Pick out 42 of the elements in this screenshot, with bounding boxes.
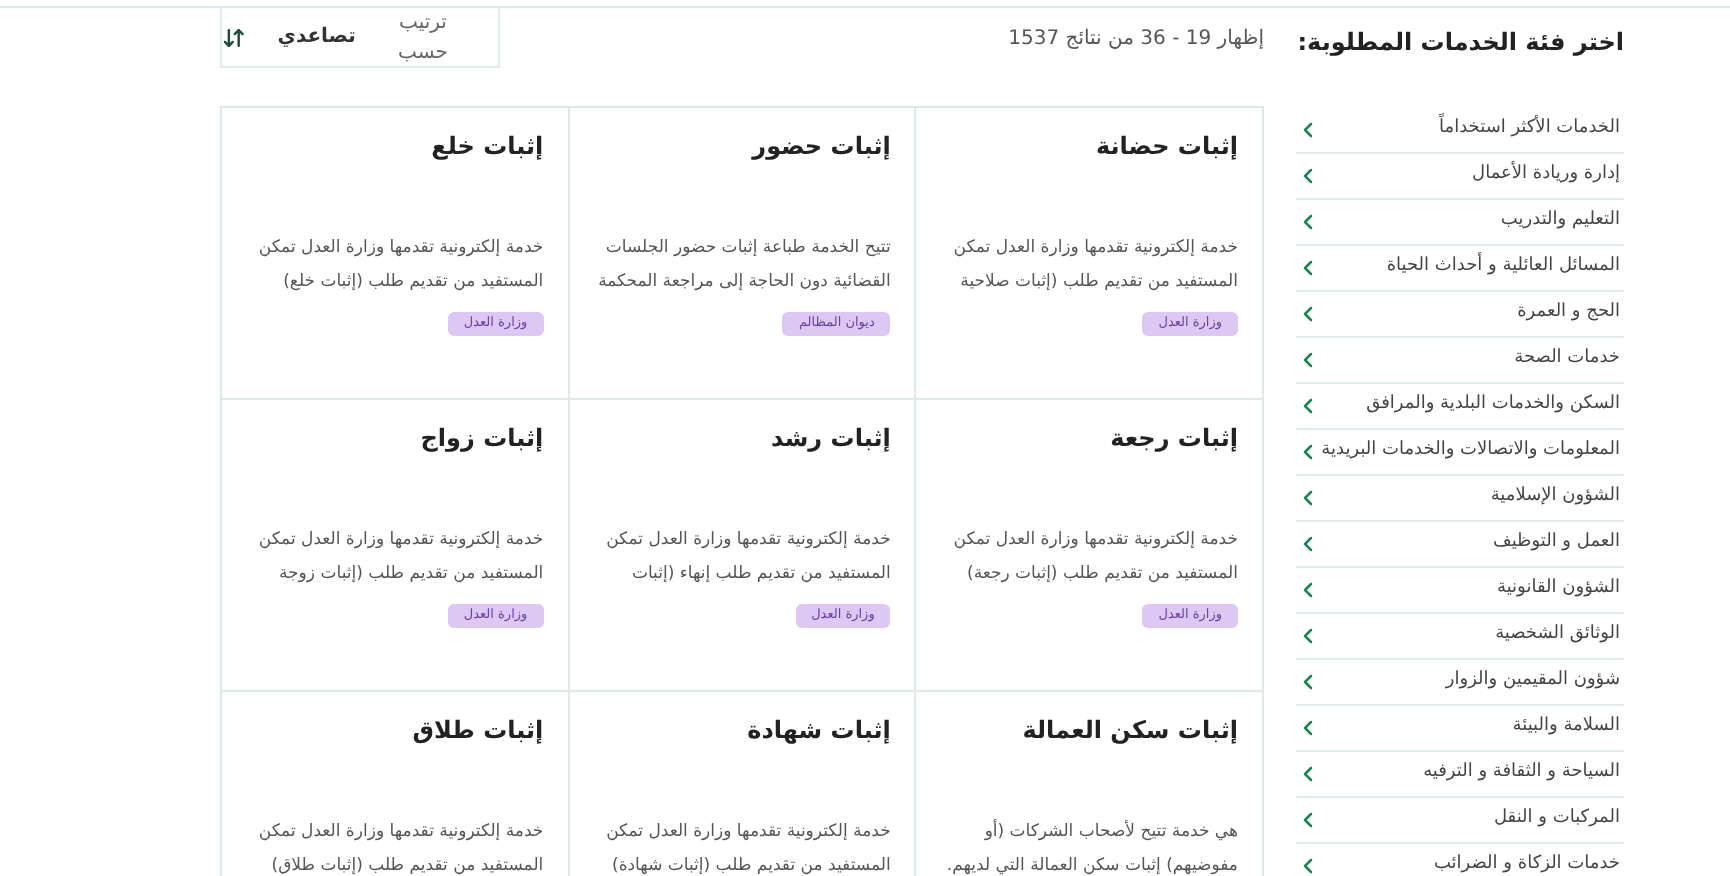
category-item[interactable]: الحج و العمرة (1296, 292, 1624, 338)
category-item[interactable]: خدمات الزكاة و الضرائب (1296, 844, 1624, 876)
category-item[interactable]: شؤون المقيمين والزوار (1296, 660, 1624, 706)
card-description: خدمة إلكترونية تقدمها وزارة العدل تمكن المستفيد من تقديم طلب (إثبات زوجة (256, 528, 544, 588)
card-title: إثبات رشد (768, 422, 891, 456)
category-item[interactable]: الشؤون الإسلامية (1296, 476, 1624, 522)
category-item[interactable]: السكن والخدمات البلدية والمرافق (1296, 384, 1624, 430)
sort-dropdown[interactable]: ترتيب حسب تصاعدي (220, 8, 500, 68)
card-description: خدمة إلكترونية تقدمها وزارة العدل تمكن المستفيد من تقديم طلب (إثبات شهادة) (604, 820, 891, 876)
sort-icon (222, 25, 246, 49)
category-item[interactable]: المسائل العائلية و أحداث الحياة (1296, 246, 1624, 292)
category-item[interactable]: الشؤون القانونية (1296, 568, 1624, 614)
category-heading: اختر فئة الخدمات المطلوبة: (1296, 26, 1624, 60)
card-description: هي خدمة تتيح لأصحاب الشركات (أو مفوضيهم) إثبات سكن العمالة التي لديهم. (944, 817, 1238, 876)
category-item[interactable]: الوثائق الشخصية (1296, 614, 1624, 660)
card-description: خدمة إلكترونية تقدمها وزارة العدل تمكن المستفيد من تقديم طلب (إثبات طلاق) (256, 820, 544, 876)
card-description: خدمة إلكترونية تقدمها وزارة العدل تمكن المستفيد من تقديم طلب (إثبات صلاحية (951, 236, 1238, 296)
card-title: إثبات حضانة (1093, 130, 1238, 164)
service-card[interactable]: إثبات سكن العمالة هي خدمة تتيح لأصحاب الشركات (أو مفوضيهم) إثبات سكن العمالة التي لديهم. (914, 692, 1262, 876)
category-item[interactable]: الخدمات الأكثر استخداماً (1296, 108, 1624, 154)
category-item[interactable]: المركبات و النقل (1296, 798, 1624, 844)
category-item[interactable]: السلامة والبيئة (1296, 706, 1624, 752)
card-title: إثبات شهادة (745, 714, 891, 748)
card-title: إثبات حضور (749, 130, 891, 164)
card-title: إثبات رجعة (1108, 422, 1238, 456)
category-item[interactable]: إدارة وريادة الأعمال (1296, 154, 1624, 200)
card-title: إثبات خلع (429, 130, 544, 164)
card-description: خدمة إلكترونية تقدمها وزارة العدل تمكن المستفيد من تقديم طلب إنهاء (إثبات (604, 528, 891, 588)
category-item[interactable]: خدمات الصحة (1296, 338, 1624, 384)
category-item[interactable]: السياحة و الثقافة و الترفيه (1296, 752, 1624, 798)
card-description: تتيح الخدمة طباعة إثبات حضور الجلسات القضائية دون الحاجة إلى مراجعة المحكمة (596, 236, 891, 296)
card-description: خدمة إلكترونية تقدمها وزارة العدل تمكن المستفيد من تقديم طلب (إثبات خلع) (256, 236, 544, 296)
card-title: إثبات سكن العمالة (1020, 714, 1238, 748)
results-summary: إظهار 19 - 36 من نتائج 1537 (1008, 25, 1264, 53)
category-item[interactable]: المعلومات والاتصالات والخدمات البريدية (1296, 430, 1624, 476)
category-item[interactable]: التعليم والتدريب (1296, 200, 1624, 246)
service-card[interactable]: إثبات طلاق خدمة إلكترونية تقدمها وزارة العدل تمكن المستفيد من تقديم طلب (إثبات طلاق) (220, 692, 568, 876)
service-card[interactable]: إثبات شهادة خدمة إلكترونية تقدمها وزارة العدل تمكن المستفيد من تقديم طلب (إثبات شهادة) (567, 692, 915, 876)
card-description: خدمة إلكترونية تقدمها وزارة العدل تمكن المستفيد من تقديم طلب (إثبات رجعة) (951, 528, 1238, 588)
card-title: إثبات زواج (418, 422, 544, 456)
category-item[interactable]: العمل و التوظيف (1296, 522, 1624, 568)
card-title: إثبات طلاق (410, 714, 544, 748)
